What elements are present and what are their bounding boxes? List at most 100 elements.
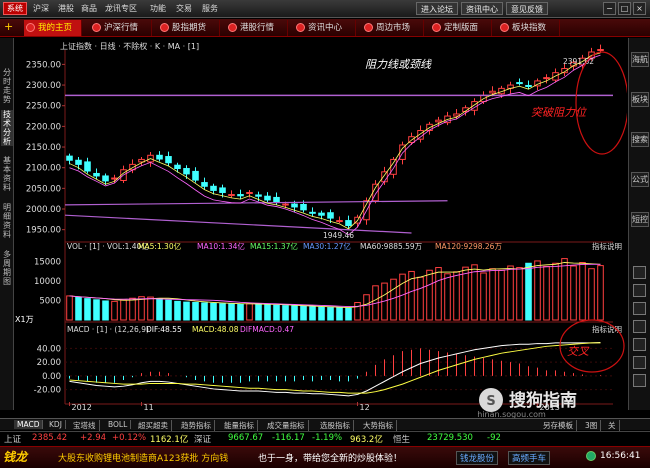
view-fundamental[interactable]: 基本资料 bbox=[1, 156, 13, 192]
candle-body bbox=[516, 82, 523, 85]
tool-sector[interactable]: 板块 bbox=[631, 92, 649, 107]
tab-bar: + 我的主页 沪深行情 股指期货 港股行情 资讯中心 周边市场 定制版面 板块指… bbox=[0, 19, 650, 37]
view-detail[interactable]: 明细资料 bbox=[1, 203, 13, 239]
tool-square-icon[interactable] bbox=[633, 284, 646, 297]
tab-peripheral[interactable]: 周边市场 bbox=[362, 20, 424, 36]
watermark-text: 搜狗指南 bbox=[509, 390, 577, 411]
menu-item-hushen[interactable]: 沪深 bbox=[33, 3, 49, 14]
annotation-resistance: 阻力线或颈线 bbox=[365, 58, 432, 71]
tool-square-icon[interactable] bbox=[633, 302, 646, 315]
volume-bar bbox=[534, 260, 541, 321]
forum-button[interactable]: 进入论坛 bbox=[416, 2, 458, 15]
connection-status-icon bbox=[586, 451, 596, 461]
qianlong-shares-button[interactable]: 钱龙股份 bbox=[456, 451, 499, 465]
tool-formula[interactable]: 公式 bbox=[631, 172, 649, 187]
x-tick-label: 11 bbox=[144, 403, 154, 410]
candle-body bbox=[525, 84, 532, 87]
news-headline-2[interactable]: 也于一身，带给您全新的炒股体验！ bbox=[258, 451, 402, 464]
macd-explain-link[interactable]: 指标说明 bbox=[592, 324, 622, 334]
maximize-icon[interactable]: □ bbox=[618, 2, 631, 15]
tab-sector[interactable]: 板块指数 bbox=[498, 20, 560, 36]
annotation-breakout: 突破阻力位 bbox=[531, 106, 587, 119]
tab-market[interactable]: 大势指标 bbox=[360, 420, 397, 431]
tool-square-icon[interactable] bbox=[633, 338, 646, 351]
feedback-button[interactable]: 意见反馈 bbox=[506, 2, 548, 15]
ticker-sz-pct: -1.19% bbox=[312, 433, 343, 443]
macd-tick-label: 0.00 bbox=[42, 372, 61, 382]
tool-square-icon[interactable] bbox=[633, 374, 646, 387]
ticker-hs-change: -92 bbox=[487, 433, 501, 443]
watermark-url: zhinan.sogou.com bbox=[477, 410, 546, 418]
tab-kdj[interactable]: KDJ bbox=[46, 420, 66, 429]
macd-title: MACD · [1] · (12,26,9) bbox=[67, 325, 149, 334]
save-template-button[interactable]: 另存模板 bbox=[540, 420, 577, 431]
three-chart-button[interactable]: 3图 bbox=[582, 420, 602, 431]
volume-bar bbox=[588, 268, 595, 321]
index-ticker: 上证 2385.42 +2.94 +0.12% 1162.1亿 深证 9667.… bbox=[0, 431, 650, 445]
volume-bar bbox=[318, 306, 325, 321]
candle-body bbox=[597, 49, 604, 52]
add-tab-icon[interactable]: + bbox=[4, 20, 13, 33]
tab-volume[interactable]: 成交量指标 bbox=[264, 420, 309, 431]
candle-body bbox=[291, 203, 298, 208]
ticker-sz-price: 9667.67 bbox=[228, 433, 264, 443]
index-title: 上证指数 · 日线 · 不除权 · K · MA · [1] bbox=[60, 41, 199, 51]
tab-trend[interactable]: 趋势指标 bbox=[178, 420, 215, 431]
candle-body bbox=[282, 203, 289, 206]
vol-explain-link[interactable]: 指标说明 bbox=[592, 241, 622, 251]
stock-chart[interactable]: 2350.00 2300.00 2250.00 2200.00 2150.00 2100.… bbox=[15, 38, 627, 410]
tool-control[interactable]: 短控 bbox=[631, 212, 649, 227]
candle-body bbox=[327, 212, 334, 219]
qianlong-logo: 钱龙 bbox=[3, 450, 28, 464]
volume-bar bbox=[102, 300, 109, 321]
view-intraday[interactable]: 分时走势 bbox=[1, 68, 13, 104]
volume-bar bbox=[129, 297, 136, 321]
ticker-sh-label[interactable]: 上证 bbox=[4, 433, 21, 445]
menu-item-system[interactable]: 系统 bbox=[3, 2, 27, 15]
macd-value: MACD:48.08 bbox=[192, 325, 239, 334]
tool-search[interactable]: 搜索 bbox=[631, 132, 649, 147]
chart-icon bbox=[92, 23, 101, 32]
menu-item-hk[interactable]: 港股 bbox=[58, 3, 74, 14]
view-technical[interactable]: 技术分析 bbox=[1, 110, 13, 146]
tool-square-icon[interactable] bbox=[633, 320, 646, 333]
tab-futures[interactable]: 股指期货 bbox=[158, 20, 220, 36]
candle-body bbox=[309, 211, 316, 214]
menu-item-trade[interactable]: 交易 bbox=[176, 3, 192, 14]
view-multi-period[interactable]: 多周期图 bbox=[1, 250, 13, 286]
tab-macd[interactable]: MACD bbox=[14, 420, 44, 429]
tool-square-icon[interactable] bbox=[633, 266, 646, 279]
tab-pagoda[interactable]: 宝塔线 bbox=[70, 420, 100, 431]
menu-item-service[interactable]: 服务 bbox=[202, 3, 218, 14]
volume-bar bbox=[399, 273, 406, 321]
volume-bar bbox=[552, 262, 559, 321]
close-panel-button[interactable]: 关 bbox=[605, 420, 620, 431]
news-headline[interactable]: 大股东收购锂电池制造商A123获批 方向钱 bbox=[58, 451, 228, 464]
price-tick-label: 2000.00 bbox=[26, 205, 61, 215]
menu-item-longxun[interactable]: 龙讯专区 bbox=[105, 3, 137, 14]
tool-square-icon[interactable] bbox=[633, 356, 646, 369]
globe-icon bbox=[364, 23, 373, 32]
menu-item-function[interactable]: 功能 bbox=[150, 3, 166, 14]
volume-bar bbox=[93, 299, 100, 321]
tab-stock-pick[interactable]: 选股指标 bbox=[317, 420, 354, 431]
high-freq-button[interactable]: 高频手车 bbox=[508, 451, 551, 465]
tool-hanghang[interactable]: 海航 bbox=[631, 52, 649, 67]
menu-item-commodity[interactable]: 商品 bbox=[81, 3, 97, 14]
minimize-icon[interactable]: − bbox=[603, 2, 616, 15]
news-center-button[interactable]: 资讯中心 bbox=[461, 2, 503, 15]
tab-overbought[interactable]: 超买超卖 bbox=[135, 420, 172, 431]
candle-body bbox=[192, 170, 199, 181]
volume-bar bbox=[84, 298, 91, 321]
tab-news[interactable]: 资讯中心 bbox=[294, 20, 356, 36]
price-tick-label: 2050.00 bbox=[26, 184, 61, 194]
tab-boll[interactable]: BOLL bbox=[105, 420, 132, 429]
tab-energy[interactable]: 能量指标 bbox=[221, 420, 258, 431]
tab-hushen[interactable]: 沪深行情 bbox=[90, 20, 152, 36]
tab-hk[interactable]: 港股行情 bbox=[226, 20, 288, 36]
close-icon[interactable]: × bbox=[633, 2, 646, 15]
tab-my-home[interactable]: 我的主页 bbox=[24, 20, 82, 36]
tab-custom[interactable]: 定制版面 bbox=[430, 20, 492, 36]
ticker-sz-label[interactable]: 深证 bbox=[194, 433, 211, 445]
ticker-hs-label[interactable]: 恒生 bbox=[393, 433, 410, 445]
